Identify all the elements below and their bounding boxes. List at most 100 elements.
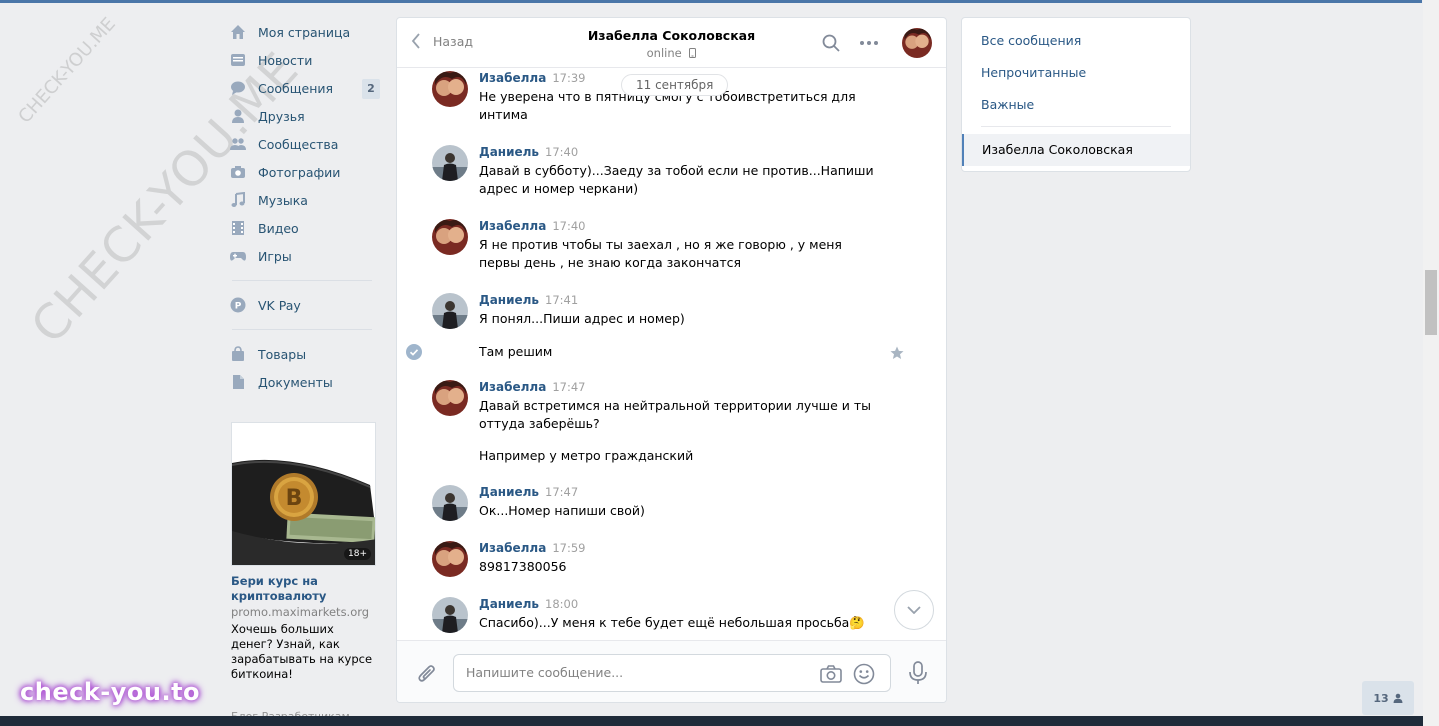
- nav-item-games[interactable]: Игры: [230, 242, 380, 270]
- active-conversation-label: Изабелла Соколовская: [982, 142, 1133, 157]
- microphone-icon[interactable]: [908, 661, 928, 685]
- avatar-daniel[interactable]: [432, 597, 468, 633]
- avatar-isabella[interactable]: [432, 219, 468, 255]
- nav-item-friends[interactable]: Друзья: [230, 102, 380, 130]
- paperclip-icon[interactable]: [417, 663, 437, 685]
- message-author[interactable]: Изабелла: [479, 380, 546, 394]
- nav-item-news[interactable]: Новости: [230, 46, 380, 74]
- message-author[interactable]: Даниель: [479, 485, 539, 499]
- camera-icon[interactable]: [820, 664, 842, 684]
- scrollbar-thumb[interactable]: [1425, 270, 1437, 335]
- message-item[interactable]: Изабелла 17:40 Я не против чтобы ты заеха…: [432, 219, 892, 270]
- filter-divider: [981, 126, 1171, 127]
- message-item[interactable]: Даниель 17:40 Давай в субботу)...Заеду за…: [432, 145, 892, 196]
- message-time[interactable]: 18:00: [545, 597, 578, 611]
- bitcoin-wallet-illustration: B: [232, 423, 375, 565]
- message-item[interactable]: Например у метро гражданский: [432, 446, 892, 468]
- nav-item-my-page[interactable]: Моя страница: [230, 18, 380, 46]
- nav-label: VK Pay: [258, 297, 301, 313]
- message-item[interactable]: Даниель 18:00 Спасибо)...У меня к тебе бу…: [432, 597, 892, 633]
- message-item[interactable]: Даниель 17:41 Я понял...Пиши адрес и номе…: [432, 293, 892, 329]
- message-author[interactable]: Даниель: [479, 293, 539, 307]
- sidebar-advertisement[interactable]: B 18+ Бери курс на криптовалюту promo.ma…: [231, 422, 377, 682]
- nav-label: Товары: [258, 346, 307, 362]
- search-icon[interactable]: [822, 34, 840, 52]
- message-author[interactable]: Изабелла: [479, 71, 546, 85]
- message-time[interactable]: 17:47: [545, 485, 578, 499]
- avatar-daniel[interactable]: [432, 145, 468, 181]
- message-time[interactable]: 17:47: [552, 380, 585, 394]
- ad-title[interactable]: Бери курс на криптовалюту: [231, 574, 377, 604]
- message-author[interactable]: Даниель: [479, 145, 539, 159]
- message-history[interactable]: Изабелла 17:39 Не уверена что в пятницу с…: [397, 68, 946, 640]
- nav-item-messages[interactable]: Сообщения 2: [230, 74, 380, 102]
- more-icon[interactable]: [859, 40, 879, 46]
- nav-item-goods[interactable]: Товары: [230, 340, 380, 368]
- emoji-icon[interactable]: [853, 663, 875, 685]
- page-scrollbar[interactable]: [1423, 0, 1439, 726]
- message-author[interactable]: Изабелла: [479, 219, 546, 233]
- message-time[interactable]: 17:59: [552, 541, 585, 555]
- peer-avatar-image: [902, 28, 932, 58]
- ad-domain: promo.maximarkets.org: [231, 605, 370, 619]
- online-count: 13: [1373, 691, 1389, 705]
- nav-item-vkpay[interactable]: P VK Pay: [230, 291, 380, 319]
- message-time[interactable]: 17:41: [545, 293, 578, 307]
- document-icon: [230, 374, 246, 390]
- user-icon: [1393, 693, 1403, 703]
- filter-unread[interactable]: Непрочитанные: [981, 65, 1086, 80]
- nav-item-groups[interactable]: Сообщества: [230, 130, 380, 158]
- online-friends-button[interactable]: 13: [1362, 681, 1414, 715]
- chevron-down-icon: [907, 606, 921, 614]
- message-time[interactable]: 17:40: [545, 145, 578, 159]
- message-text: Давай в субботу)...Заеду за тобой если н…: [479, 163, 874, 196]
- avatar-image: [432, 145, 468, 181]
- message-input[interactable]: [466, 665, 806, 680]
- nav-divider: [232, 329, 372, 330]
- nav-item-video[interactable]: Видео: [230, 214, 380, 242]
- avatar-daniel[interactable]: [432, 293, 468, 329]
- nav-item-music[interactable]: Музыка: [230, 186, 380, 214]
- star-icon[interactable]: [890, 346, 904, 360]
- watermark-bottom: check-you.to: [20, 678, 201, 706]
- message-header: Изабелла 17:39: [479, 71, 585, 85]
- message-time[interactable]: 17:40: [552, 219, 585, 233]
- scroll-to-bottom-button[interactable]: [894, 590, 934, 630]
- avatar-isabella[interactable]: [432, 71, 468, 107]
- message-time[interactable]: 17:39: [552, 71, 585, 85]
- nav-item-docs[interactable]: Документы: [230, 368, 380, 396]
- message-author[interactable]: Изабелла: [479, 541, 546, 555]
- avatar-image: [432, 485, 468, 521]
- avatar-daniel[interactable]: [432, 485, 468, 521]
- message-text: Ок...Номер напиши свой): [479, 503, 645, 518]
- nav-label: Музыка: [258, 192, 308, 208]
- music-icon: [230, 192, 246, 208]
- chat-panel: Назад Изабелла Соколовская online Изабел…: [396, 17, 947, 703]
- message-text: Спасибо)...У меня к тебе будет ещё небол…: [479, 615, 865, 630]
- peer-avatar[interactable]: [902, 28, 932, 58]
- message-text: Давай встретимся на нейтральной территор…: [479, 398, 872, 431]
- selected-check-icon[interactable]: [406, 344, 422, 360]
- ad-image[interactable]: B 18+: [231, 422, 376, 566]
- message-item[interactable]: Изабелла 17:59 89817380056: [432, 541, 892, 577]
- active-conversation-item[interactable]: Изабелла Соколовская: [962, 134, 1190, 166]
- age-rating-badge: 18+: [344, 548, 371, 560]
- filter-all-messages[interactable]: Все сообщения: [981, 33, 1081, 48]
- nav-label: Документы: [258, 374, 333, 390]
- nav-item-photos[interactable]: Фотографии: [230, 158, 380, 186]
- message-item[interactable]: Даниель 17:47 Ок...Номер напиши свой): [432, 485, 892, 521]
- avatar-isabella[interactable]: [432, 541, 468, 577]
- avatar-image: [432, 71, 468, 107]
- avatar-image: [432, 541, 468, 577]
- message-item[interactable]: Изабелла 17:47 Давай встретимся на нейтра…: [432, 380, 892, 431]
- nav-label: Друзья: [258, 108, 305, 124]
- nav-label: Игры: [258, 248, 292, 264]
- message-author[interactable]: Даниель: [479, 597, 539, 611]
- filter-important[interactable]: Важные: [981, 97, 1034, 112]
- chat-header: Назад Изабелла Соколовская online: [397, 18, 946, 68]
- message-input-box[interactable]: [453, 654, 891, 692]
- message-item[interactable]: Там решим: [432, 341, 892, 363]
- nav-label: Фотографии: [258, 164, 341, 180]
- avatar-isabella[interactable]: [432, 380, 468, 416]
- message-header: Даниель 17:47: [479, 485, 578, 499]
